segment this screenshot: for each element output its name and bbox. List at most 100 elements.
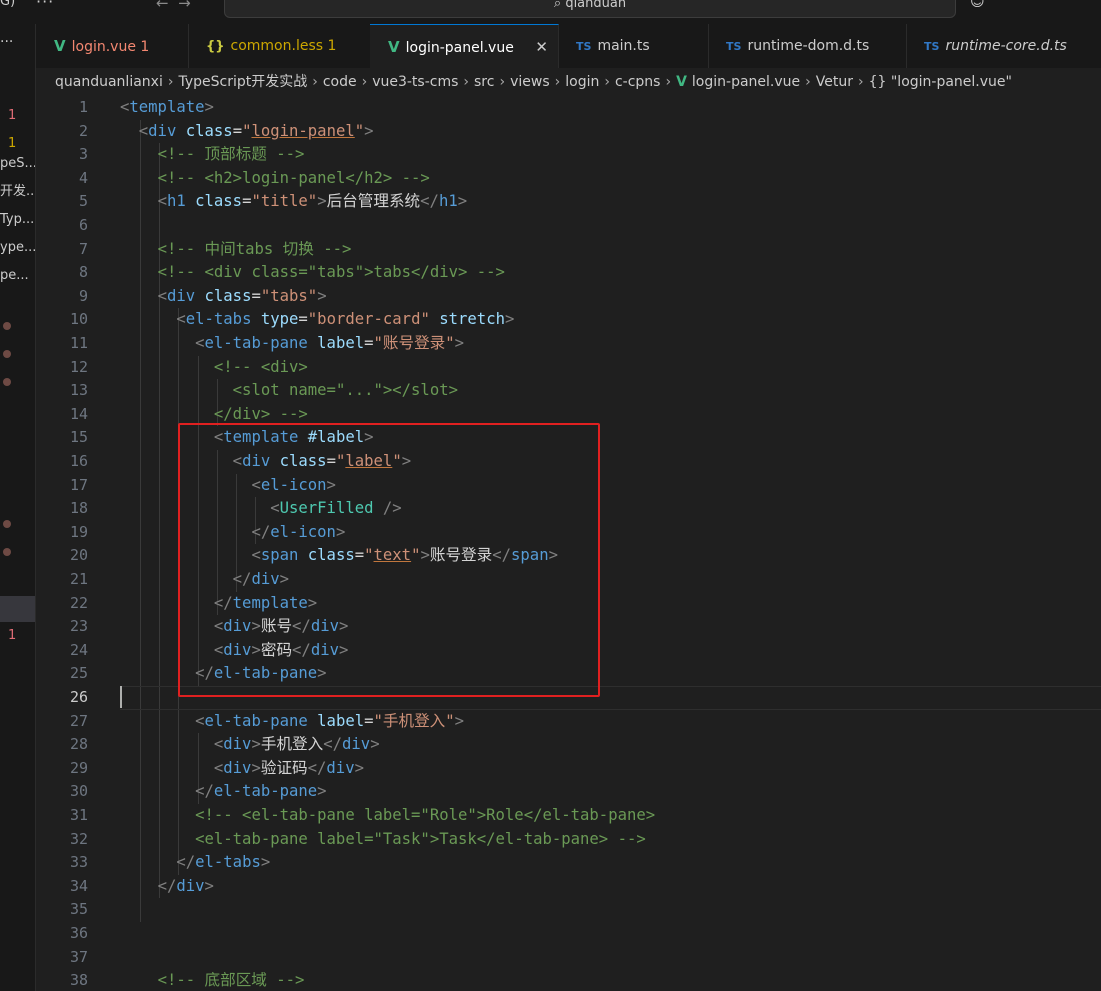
code-line[interactable]: 7 <!-- 中间tabs 切换 -->: [36, 238, 1101, 262]
chevron-right-icon: ›: [554, 74, 561, 90]
search-icon: ⌕: [553, 0, 562, 11]
code-line[interactable]: 8 <!-- <div class="tabs">tabs</div> -->: [36, 261, 1101, 285]
code-text: <!-- 顶部标题 -->: [157, 145, 305, 164]
breadcrumb-item[interactable]: login-panel.vue: [692, 74, 800, 90]
explorer-item[interactable]: pe...: [0, 264, 35, 288]
code-line[interactable]: 31 <!-- <el-tab-pane label="Role">Role</…: [36, 804, 1101, 828]
code-line[interactable]: 3 <!-- 顶部标题 -->: [36, 143, 1101, 167]
tab-main-ts[interactable]: TS main.ts: [558, 24, 709, 68]
code-text: <div>验证码</div>: [213, 758, 364, 777]
code-line[interactable]: 35: [36, 898, 1101, 922]
chevron-right-icon: ›: [167, 74, 174, 90]
code-line[interactable]: 4 <!-- <h2>login-panel</h2> -->: [36, 167, 1101, 191]
code-text: <!-- <h2>login-panel</h2> -->: [157, 168, 430, 187]
code-line[interactable]: 6: [36, 214, 1101, 238]
explorer-item[interactable]: 1: [0, 104, 35, 128]
tab-login-panel-vue[interactable]: Vlogin-panel.vue ✕: [370, 24, 559, 69]
ts-icon: TS: [726, 40, 742, 53]
code-line[interactable]: 28 <div>手机登入</div>: [36, 733, 1101, 757]
code-line[interactable]: 37: [36, 946, 1101, 970]
breadcrumb-item[interactable]: quanduanlianxi: [55, 74, 163, 90]
line-number: 10: [69, 310, 88, 329]
code-line[interactable]: 11 <el-tab-pane label="账号登录">: [36, 332, 1101, 356]
selected-row-highlight: [0, 596, 35, 622]
line-number: 2: [78, 121, 88, 140]
code-text: <!-- <el-tab-pane label="Role">Role</el-…: [195, 806, 656, 824]
line-number: 6: [78, 216, 88, 234]
code-line[interactable]: 36: [36, 922, 1101, 946]
code-line[interactable]: 10 <el-tabs type="border-card" stretch>: [36, 308, 1101, 332]
breadcrumb-item[interactable]: login: [565, 74, 599, 90]
chevron-right-icon: ›: [805, 74, 811, 90]
line-number: 35: [69, 900, 88, 919]
forward-arrow-icon[interactable]: →: [178, 0, 191, 12]
breadcrumb-item[interactable]: vue3-ts-cms: [372, 74, 458, 90]
tab-common-less[interactable]: {} common.less 1: [188, 24, 371, 68]
explorer-item[interactable]: peS...: [0, 152, 35, 176]
search-text: qianduan: [565, 0, 627, 11]
line-number: 4: [78, 168, 88, 187]
chevron-right-icon: ›: [665, 74, 672, 90]
line-number: 14: [69, 404, 88, 423]
breadcrumb-item[interactable]: Vetur: [816, 74, 853, 90]
copilot-icon[interactable]: ☺˅: [970, 0, 992, 10]
explorer-more-icon[interactable]: ···: [0, 34, 13, 50]
code-line[interactable]: 30 </el-tab-pane>: [36, 780, 1101, 804]
close-icon[interactable]: ✕: [535, 25, 548, 69]
line-number: 9: [78, 286, 88, 305]
breadcrumb-item[interactable]: TypeScript开发实战: [178, 74, 307, 90]
line-number: 33: [69, 853, 88, 872]
breadcrumb-item[interactable]: c-cpns: [615, 74, 661, 90]
breadcrumb: quanduanlianxi › TypeScript开发实战 › code › vue3-…: [36, 68, 1101, 96]
explorer-item[interactable]: Typ...: [0, 208, 35, 232]
breadcrumb-item[interactable]: {} "login-panel.vue": [869, 74, 1012, 90]
line-number: 26: [69, 688, 88, 706]
code-text: <el-tabs type="border-card" stretch>: [176, 310, 515, 329]
code-line[interactable]: 2 <div class="login-panel">: [36, 120, 1101, 144]
tab-label: main.ts: [597, 38, 650, 54]
line-number: 36: [69, 924, 88, 942]
line-number: 23: [69, 617, 88, 636]
code-line[interactable]: 29 <div>验证码</div>: [36, 757, 1101, 781]
explorer-item[interactable]: ype...: [0, 236, 35, 260]
breadcrumb-item[interactable]: code: [323, 74, 357, 90]
code-line[interactable]: 9 <div class="tabs">: [36, 285, 1101, 309]
code-text: </el-tabs>: [176, 853, 271, 872]
nav-arrows[interactable]: ← →: [156, 0, 191, 12]
breadcrumb-item[interactable]: src: [474, 74, 494, 90]
code-editor[interactable]: 1 <template> 2 <div class="login-panel"> 3 …: [36, 96, 1101, 991]
code-line[interactable]: 27 <el-tab-pane label="手机登入">: [36, 710, 1101, 734]
line-number: 20: [69, 546, 88, 565]
line-number: 25: [69, 664, 88, 683]
tab-runtime-core-d-ts[interactable]: TS runtime-core.d.ts: [906, 24, 1101, 68]
code-line[interactable]: 1 <template>: [36, 96, 1101, 120]
code-line[interactable]: 13 <slot name="..."></slot>: [36, 379, 1101, 403]
code-line[interactable]: 32 <el-tab-pane label="Task">Task</el-ta…: [36, 828, 1101, 852]
line-number: 19: [69, 522, 88, 541]
line-number: 3: [78, 145, 88, 164]
explorer-item[interactable]: 1: [0, 624, 35, 648]
tab-runtime-dom-d-ts[interactable]: TS runtime-dom.d.ts: [708, 24, 907, 68]
tab-label: runtime-core.d.ts: [945, 38, 1067, 54]
line-number: 37: [69, 947, 88, 966]
code-text: <div class="login-panel">: [138, 121, 374, 140]
code-line[interactable]: 12 <!-- <div>: [36, 356, 1101, 380]
line-number: 16: [69, 452, 88, 470]
tab-login-vue[interactable]: Vlogin.vue 1: [36, 24, 189, 68]
code-line[interactable]: 34 </div>: [36, 875, 1101, 899]
back-arrow-icon[interactable]: ←: [156, 0, 169, 12]
line-number: 28: [69, 735, 88, 754]
title-bar-left-text: G): [0, 0, 16, 9]
command-center-search[interactable]: ⌕ qianduan: [224, 0, 956, 18]
explorer-item[interactable]: 开发...: [0, 180, 35, 204]
code-line[interactable]: 5 <h1 class="title">后台管理系统</h1>: [36, 190, 1101, 214]
line-number: 11: [69, 334, 88, 352]
problem-count-badge: 1: [135, 39, 150, 55]
more-actions-icon[interactable]: ···: [36, 0, 54, 11]
breadcrumb-item[interactable]: views: [510, 74, 550, 90]
code-line[interactable]: 38 <!-- 底部区域 -->: [36, 969, 1101, 991]
text-cursor: [120, 686, 122, 708]
tab-label: login-panel.vue: [405, 40, 514, 56]
code-line[interactable]: 33 </el-tabs>: [36, 851, 1101, 875]
breakpoint-dot-icon: [3, 378, 11, 386]
